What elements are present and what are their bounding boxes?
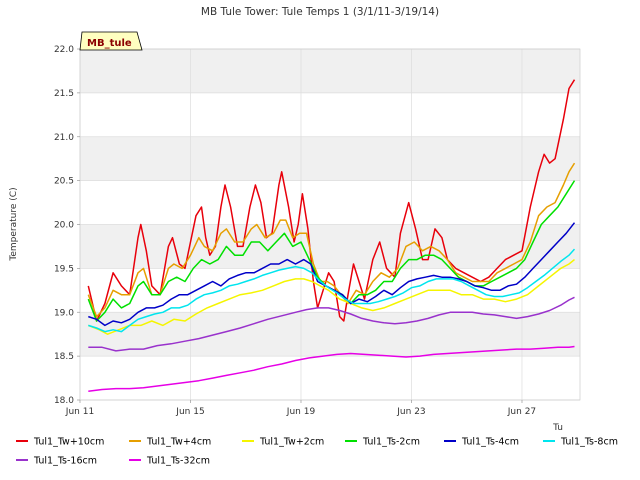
y-axis-label: Temperature (C) xyxy=(9,187,19,261)
y-tick-label: 19.0 xyxy=(54,308,74,318)
y-tick-label: 21.5 xyxy=(54,89,74,99)
legend-item: Tul1_Tw+4cm xyxy=(129,437,211,448)
y-tick-label: 19.5 xyxy=(54,264,74,274)
x-tick-label: Jun 15 xyxy=(175,407,204,417)
legend-item: Tul1_Ts-4cm xyxy=(444,437,519,448)
legend-label: Tul1_Ts-16cm xyxy=(33,456,97,467)
y-axis: 18.0 18.5 19.0 19.5 20.0 20.5 21.0 21.5 22.0 xyxy=(54,45,80,406)
grid-band xyxy=(80,224,580,269)
x-tick-label: Jun 27 xyxy=(507,407,536,417)
legend-item: Tul1_Ts-16cm xyxy=(16,456,97,467)
legend-item: Tul1_Tw+10cm xyxy=(16,437,104,448)
grid-band xyxy=(80,136,580,181)
legend-label: Tul1_Tw+4cm xyxy=(146,437,211,448)
x-axis: Jun 11 Jun 15 Jun 19 Jun 23 Jun 27 xyxy=(65,400,536,417)
station-label-box: MB_tule xyxy=(79,31,143,51)
x-tick-label: Jun 11 xyxy=(65,407,94,417)
legend-label: Tul1_Tw+10cm xyxy=(33,437,104,448)
legend-label: Tul1_Ts-8cm xyxy=(560,437,618,448)
y-tick-label: 22.0 xyxy=(54,45,74,55)
y-tick-label: 18.0 xyxy=(54,396,74,406)
chart: MB Tule Tower: Tule Temps 1 (3/1/11-3/19… xyxy=(9,6,618,467)
legend-item: Tul1_Ts-2cm xyxy=(345,437,420,448)
y-tick-label: 20.5 xyxy=(54,177,74,187)
legend: Tul1_Tw+10cm Tul1_Tw+4cm Tul1_Tw+2cm Tul1_T… xyxy=(16,437,618,467)
legend-item: Tul1_Tw+2cm xyxy=(242,437,324,448)
y-tick-label: 21.0 xyxy=(54,133,74,143)
legend-label: Tul1_Ts-4cm xyxy=(461,437,519,448)
legend-label: Tul1_Ts-32cm xyxy=(146,456,210,467)
legend-item: Tul1_Ts-32cm xyxy=(129,456,210,467)
x-tick-label: Jun 23 xyxy=(396,407,425,417)
x-axis-label: Tu xyxy=(552,423,563,433)
legend-item: Tul1_Ts-8cm xyxy=(543,437,618,448)
grid-band xyxy=(80,49,580,93)
y-tick-label: 20.0 xyxy=(54,221,74,231)
x-tick-label: Jun 19 xyxy=(286,407,316,417)
station-label: MB_tule xyxy=(87,38,132,49)
legend-label: Tul1_Ts-2cm xyxy=(362,437,420,448)
chart-title: MB Tule Tower: Tule Temps 1 (3/1/11-3/19… xyxy=(201,6,439,18)
y-tick-label: 18.5 xyxy=(54,352,74,362)
legend-label: Tul1_Tw+2cm xyxy=(259,437,324,448)
